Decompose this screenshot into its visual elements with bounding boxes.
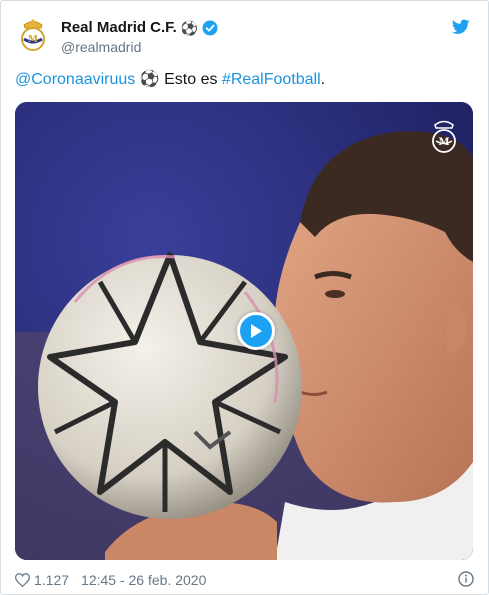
real-madrid-crest-icon: M [21,19,45,51]
account-name[interactable]: Real Madrid C.F. [61,19,177,36]
tweet-footer: 1.127 12:45 - 26 feb. 2020 [15,570,474,590]
play-icon [251,324,262,338]
info-icon[interactable] [458,571,474,587]
soccer-ball-emoji: ⚽ [180,19,199,36]
verified-badge-icon [202,20,218,35]
svg-text:M: M [28,35,38,45]
account-name-row[interactable]: Real Madrid C.F. ⚽ [61,19,218,36]
twitter-bird-icon[interactable] [452,19,470,35]
mention-link[interactable]: @Coronaaviruus [15,71,135,88]
real-madrid-crest-icon: M [432,120,456,153]
hashtag-link[interactable]: #RealFootball [222,71,321,88]
tweet-card: M Real Madrid C.F. ⚽ @realmadrid @Corona… [0,0,489,595]
svg-text:M: M [438,137,449,148]
heart-icon[interactable] [15,573,30,587]
like-count[interactable]: 1.127 [34,572,69,588]
account-handle[interactable]: @realmadrid [61,39,141,55]
video-player[interactable]: M [15,102,473,560]
play-button[interactable] [237,312,275,350]
tweet-timestamp[interactable]: 12:45 - 26 feb. 2020 [81,572,206,588]
tweet-body-text: Esto es [159,71,222,88]
profile-avatar[interactable]: M [15,17,51,53]
tweet-trailing-text: . [320,71,326,88]
tweet-text: @Coronaaviruus ⚽ Esto es #RealFootball. [15,69,325,89]
soccer-ball-emoji: ⚽ [139,71,160,88]
